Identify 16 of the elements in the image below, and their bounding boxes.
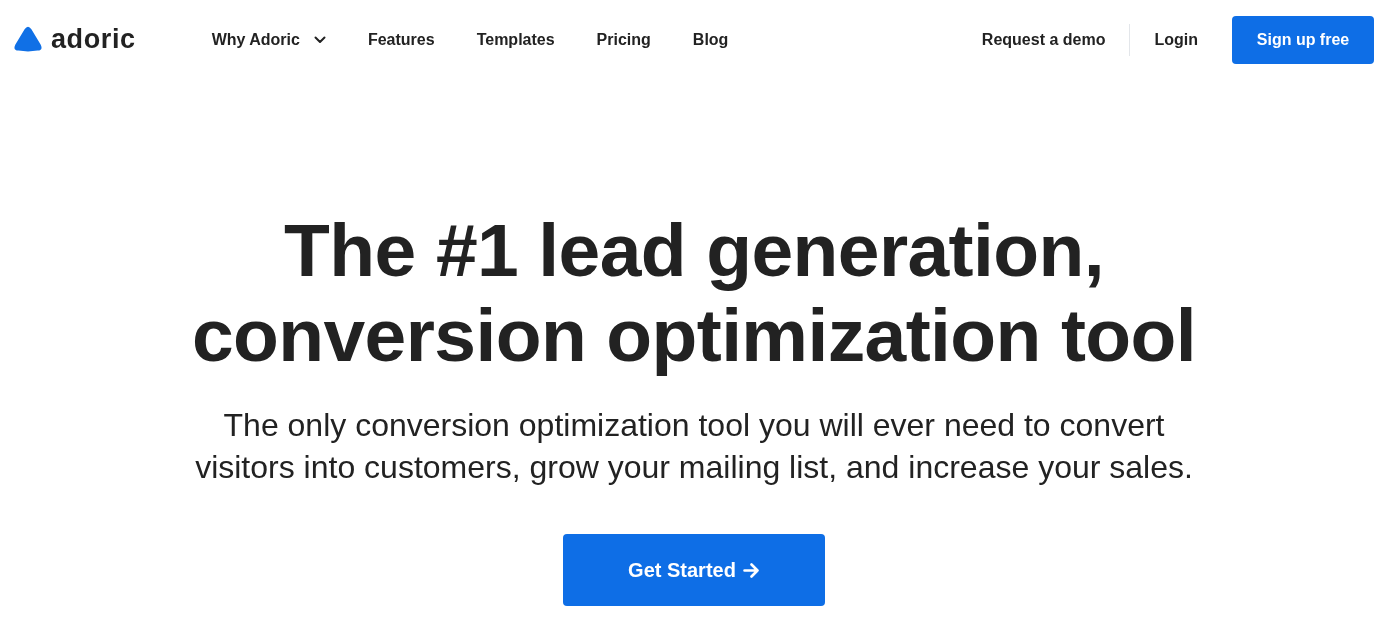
triangle-logo-icon <box>14 26 42 52</box>
hero-subtitle: The only conversion optimization tool you will ever need to convert visitors into customers, grow your mailing list, and increase your sales. <box>195 406 1193 487</box>
demo-link[interactable]: Request a demo <box>981 30 1106 50</box>
hero-heading: The #1 lead generation, conversion optimization tool <box>191 208 1197 378</box>
login-link[interactable]: Login <box>1154 30 1198 50</box>
nav-link[interactable]: Templates <box>476 30 555 50</box>
signup-button[interactable]: Sign up free <box>1232 16 1374 64</box>
nav-link[interactable]: Blog <box>692 30 729 50</box>
chevron-down-icon <box>313 36 326 44</box>
nav-link[interactable]: Features <box>367 30 435 50</box>
get-started-button[interactable]: Get Started <box>563 534 825 606</box>
nav-dropdown[interactable]: Why Adoric <box>211 30 326 50</box>
logo-wordmark: adoric <box>51 24 136 54</box>
logo[interactable]: adoric <box>14 24 136 54</box>
nav-link[interactable]: Pricing <box>596 30 651 50</box>
arrow-right-icon <box>742 562 760 578</box>
